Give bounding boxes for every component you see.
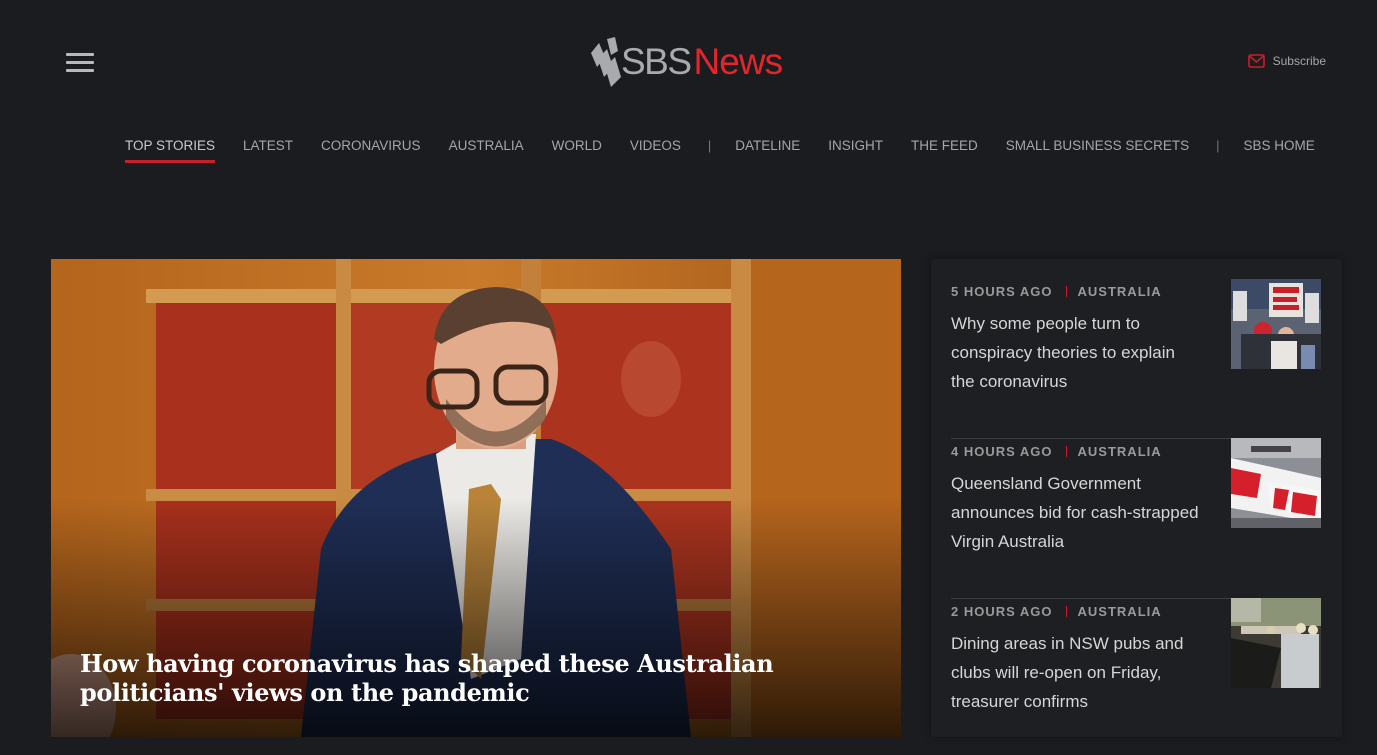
story-headline[interactable]: Why some people turn to conspiracy theor… (951, 309, 1201, 396)
protest-thumbnail-image (1231, 279, 1321, 369)
sbs-news-page: SBS News Subscribe TOP STORIES LATEST CO… (0, 0, 1377, 755)
sbs-news-logo[interactable]: SBS News (587, 36, 784, 88)
list-item[interactable]: 5 HOURS AGO AUSTRALIA Why some people tu… (951, 279, 1321, 438)
logo-news-text: News (693, 41, 784, 82)
story-category[interactable]: AUSTRALIA (1078, 444, 1162, 459)
story-category[interactable]: AUSTRALIA (1078, 284, 1162, 299)
story-meta: 4 HOURS AGO AUSTRALIA (951, 444, 1162, 459)
dining-area-thumbnail[interactable] (1231, 598, 1321, 688)
meta-divider (1065, 286, 1067, 297)
subscribe-label: Subscribe (1272, 54, 1326, 68)
nav-item-top-stories[interactable]: TOP STORIES (125, 138, 216, 163)
nav-item-sbs-home[interactable]: SBS HOME (1244, 138, 1315, 160)
story-category[interactable]: AUSTRALIA (1078, 604, 1162, 619)
dining-area-thumbnail-image (1231, 598, 1321, 688)
list-item[interactable]: 4 HOURS AGO AUSTRALIA Queensland Governm… (951, 438, 1321, 598)
meta-divider (1065, 446, 1067, 457)
logo-sbs-text: SBS (621, 41, 692, 82)
nav-separator: | (707, 138, 712, 153)
story-headline[interactable]: Dining areas in NSW pubs and clubs will … (951, 629, 1201, 716)
story-time: 2 HOURS AGO (951, 604, 1053, 619)
subscribe-link[interactable]: Subscribe (1247, 54, 1326, 68)
nav-item-insight[interactable]: INSIGHT (828, 138, 883, 160)
nav-item-coronavirus[interactable]: CORONAVIRUS (321, 138, 421, 160)
story-list: 5 HOURS AGO AUSTRALIA Why some people tu… (931, 259, 1342, 737)
meta-divider (1065, 606, 1067, 617)
story-time: 5 HOURS AGO (951, 284, 1053, 299)
story-meta: 5 HOURS AGO AUSTRALIA (951, 284, 1162, 299)
nav-item-videos[interactable]: VIDEOS (630, 138, 681, 160)
hero-headline[interactable]: How having coronavirus has shaped these … (80, 649, 880, 707)
hero-story[interactable]: How having coronavirus has shaped these … (51, 259, 901, 737)
nav-item-small-business-secrets[interactable]: SMALL BUSINESS SECRETS (1006, 138, 1189, 160)
nav-item-latest[interactable]: LATEST (243, 138, 293, 160)
nav-item-dateline[interactable]: DATELINE (735, 138, 800, 160)
nav-separator: | (1216, 138, 1220, 153)
nav-item-australia[interactable]: AUSTRALIA (449, 138, 524, 160)
story-meta: 2 HOURS AGO AUSTRALIA (951, 604, 1162, 619)
main-nav: TOP STORIES LATEST CORONAVIRUS AUSTRALIA… (125, 138, 1343, 163)
nav-item-the-feed[interactable]: THE FEED (911, 138, 978, 160)
sbs-logo-mark-icon (591, 37, 621, 87)
protest-thumbnail[interactable] (1231, 279, 1321, 369)
mail-icon (1247, 54, 1265, 68)
aircraft-thumbnail[interactable] (1231, 438, 1321, 528)
menu-icon[interactable] (66, 53, 94, 73)
list-item[interactable]: 2 HOURS AGO AUSTRALIA Dining areas in NS… (951, 598, 1321, 755)
story-time: 4 HOURS AGO (951, 444, 1053, 459)
story-headline[interactable]: Queensland Government announces bid for … (951, 469, 1201, 556)
aircraft-thumbnail-image (1231, 438, 1321, 528)
nav-item-world[interactable]: WORLD (552, 138, 602, 160)
